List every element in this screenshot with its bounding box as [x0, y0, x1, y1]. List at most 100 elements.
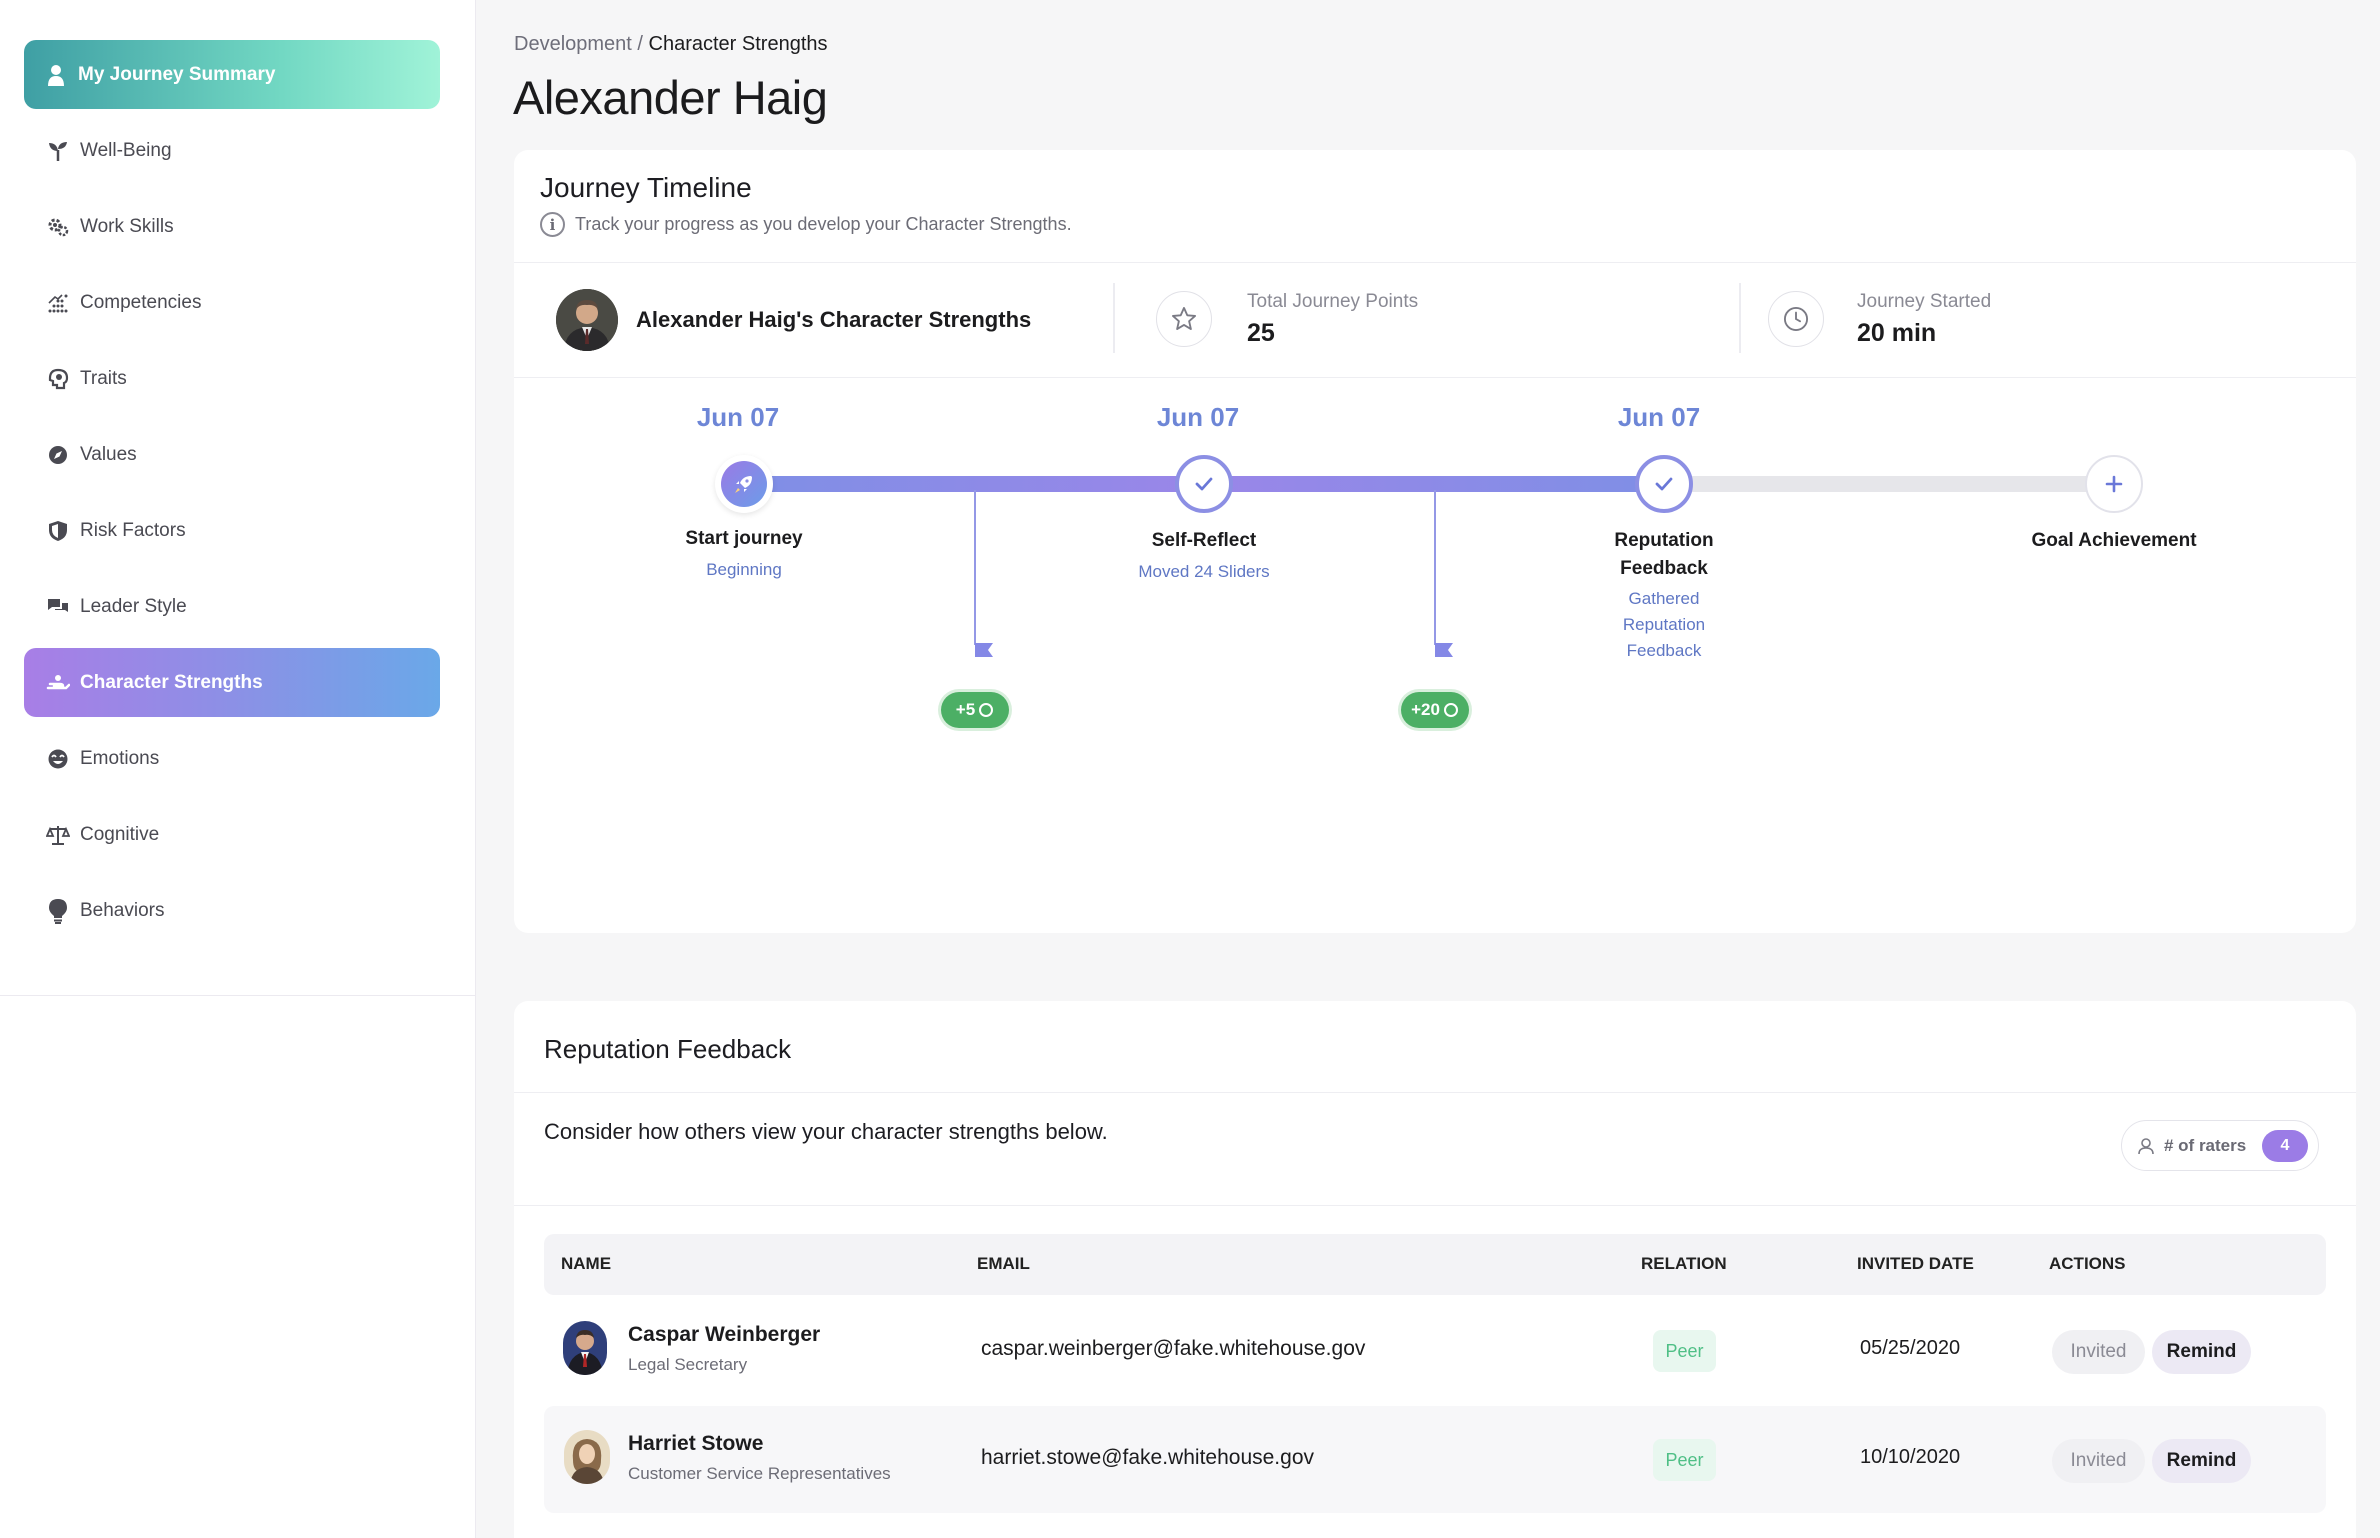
sidebar-item-well-being[interactable]: Well-Being	[24, 116, 440, 185]
sidebar-item-character-strengths[interactable]: Character Strengths	[24, 648, 440, 717]
info-icon: i	[540, 212, 565, 237]
reputation-feedback-card: Reputation Feedback Consider how others …	[514, 1001, 2356, 1538]
avatar	[556, 289, 618, 351]
sidebar-item-label: Emotions	[80, 747, 160, 769]
step-date: Jun 07	[1156, 402, 1240, 432]
balance-scale-icon	[46, 823, 70, 847]
sidebar-item-leader-style[interactable]: Leader Style	[24, 572, 440, 641]
avatar	[563, 1321, 607, 1375]
rater-role: Legal Secretary	[628, 1355, 748, 1374]
journey-started-label: Journey Started	[1857, 291, 1992, 312]
table-row: Caspar Weinberger Legal Secretary caspar…	[544, 1297, 2326, 1404]
page-title: Alexander Haig	[513, 71, 828, 124]
raters-count-pill[interactable]: # of raters 4	[2121, 1120, 2319, 1171]
step-label: Goal Achievement	[2031, 530, 2197, 551]
total-points-label: Total Journey Points	[1247, 291, 1419, 312]
sidebar-item-label: Behaviors	[80, 899, 165, 921]
milestone-points-badge: +5	[941, 692, 1009, 728]
flag-icon	[1435, 643, 1453, 657]
milestone-line	[974, 490, 976, 645]
step-sub-line3: Feedback	[1626, 641, 1702, 660]
sidebar-item-label: Leader Style	[80, 595, 187, 617]
rater-name: Harriet Stowe	[628, 1432, 764, 1455]
rater-name: Caspar Weinberger	[628, 1323, 821, 1346]
sidebar-item-label: Work Skills	[80, 215, 174, 237]
column-header-name[interactable]: NAME	[561, 1254, 611, 1274]
rater-role: Customer Service Representatives	[628, 1464, 891, 1483]
check-icon	[1655, 477, 1673, 491]
sidebar-item-label: Competencies	[80, 291, 202, 313]
profile-strengths-name: Alexander Haig's Character Strengths	[636, 307, 1032, 332]
remind-button[interactable]: Remind	[2152, 1330, 2251, 1374]
journey-started-value: 20 min	[1857, 319, 1937, 347]
step-sub-line1: Gathered	[1628, 589, 1700, 608]
person-icon	[2138, 1137, 2154, 1154]
reputation-title: Reputation Feedback	[544, 1034, 792, 1064]
milestone-line	[1434, 490, 1436, 645]
raters-count: 4	[2262, 1130, 2308, 1162]
sidebar-nav: My Journey Summary Well-Being Work Skill…	[24, 40, 440, 952]
invited-date: 05/25/2020	[1860, 1337, 1961, 1359]
sidebar-item-behaviors[interactable]: Behaviors	[24, 876, 440, 945]
user-icon	[44, 63, 68, 87]
breadcrumb-current: Character Strengths	[648, 33, 828, 55]
step-start-node[interactable]	[715, 455, 773, 513]
hands-icon	[46, 671, 70, 695]
step-goal-node[interactable]	[2085, 455, 2143, 513]
breadcrumb-parent[interactable]: Development	[514, 33, 632, 55]
step-self-reflect-node[interactable]	[1175, 455, 1233, 513]
column-header-email[interactable]: EMAIL	[977, 1254, 1030, 1274]
sidebar-item-risk-factors[interactable]: Risk Factors	[24, 496, 440, 565]
invited-status: Invited	[2052, 1330, 2145, 1374]
step-reputation-node[interactable]	[1635, 455, 1693, 513]
lightbulb-icon	[46, 898, 70, 924]
points-value: +5	[955, 700, 976, 719]
sidebar-item-label: Traits	[80, 367, 127, 389]
flag-icon	[975, 643, 993, 657]
journey-timeline-card: Journey Timeline i Track your progress a…	[514, 150, 2356, 933]
total-points-value: 25	[1247, 319, 1275, 347]
sidebar-item-competencies[interactable]: Competencies	[24, 268, 440, 337]
stats-divider	[1113, 283, 1115, 353]
breadcrumb-separator: /	[637, 33, 643, 55]
gears-icon	[46, 215, 70, 239]
sidebar-item-label: Risk Factors	[80, 519, 186, 541]
sidebar-item-traits[interactable]: Traits	[24, 344, 440, 413]
table-header: NAME EMAIL RELATION INVITED DATE ACTIONS	[544, 1234, 2326, 1295]
chat-bubbles-icon	[46, 595, 70, 619]
sidebar-item-my-journey-summary[interactable]: My Journey Summary	[24, 40, 440, 109]
rater-email: harriet.stowe@fake.whitehouse.gov	[981, 1446, 1314, 1469]
sidebar-item-label: Values	[80, 443, 137, 465]
step-sub: Beginning	[706, 560, 782, 579]
relation-badge: Peer	[1653, 1330, 1716, 1372]
divider	[514, 1205, 2356, 1206]
timeline-stats: Alexander Haig's Character Strengths Tot…	[514, 262, 2356, 378]
sidebar-item-label: My Journey Summary	[78, 63, 276, 85]
timeline-track-pending	[1664, 476, 2114, 492]
avatar	[564, 1430, 610, 1484]
sidebar-item-emotions[interactable]: Emotions	[24, 724, 440, 793]
invited-date: 10/10/2020	[1860, 1446, 1961, 1468]
brain-head-icon	[46, 367, 70, 391]
sidebar-divider	[0, 995, 476, 996]
stats-divider	[1739, 283, 1741, 353]
chart-dots-icon	[46, 291, 70, 315]
column-header-invited-date[interactable]: INVITED DATE	[1857, 1254, 1974, 1274]
coin-icon	[1443, 703, 1458, 717]
timeline-title: Journey Timeline	[540, 172, 752, 203]
points-value: +20	[1411, 700, 1440, 719]
step-label: Start journey	[685, 528, 803, 549]
rocket-icon	[721, 461, 767, 507]
sidebar-item-cognitive[interactable]: Cognitive	[24, 800, 440, 869]
smile-icon	[46, 747, 70, 771]
sidebar-item-work-skills[interactable]: Work Skills	[24, 192, 440, 261]
milestone-points-badge: +20	[1401, 692, 1469, 728]
step-sub: Moved 24 Sliders	[1138, 562, 1270, 581]
plus-icon	[2105, 475, 2123, 493]
remind-button[interactable]: Remind	[2152, 1439, 2251, 1483]
divider	[514, 1092, 2356, 1093]
table-row: Harriet Stowe Customer Service Represent…	[544, 1406, 2326, 1513]
sidebar-item-values[interactable]: Values	[24, 420, 440, 489]
relation-badge: Peer	[1653, 1439, 1716, 1481]
column-header-relation[interactable]: RELATION	[1641, 1254, 1727, 1274]
